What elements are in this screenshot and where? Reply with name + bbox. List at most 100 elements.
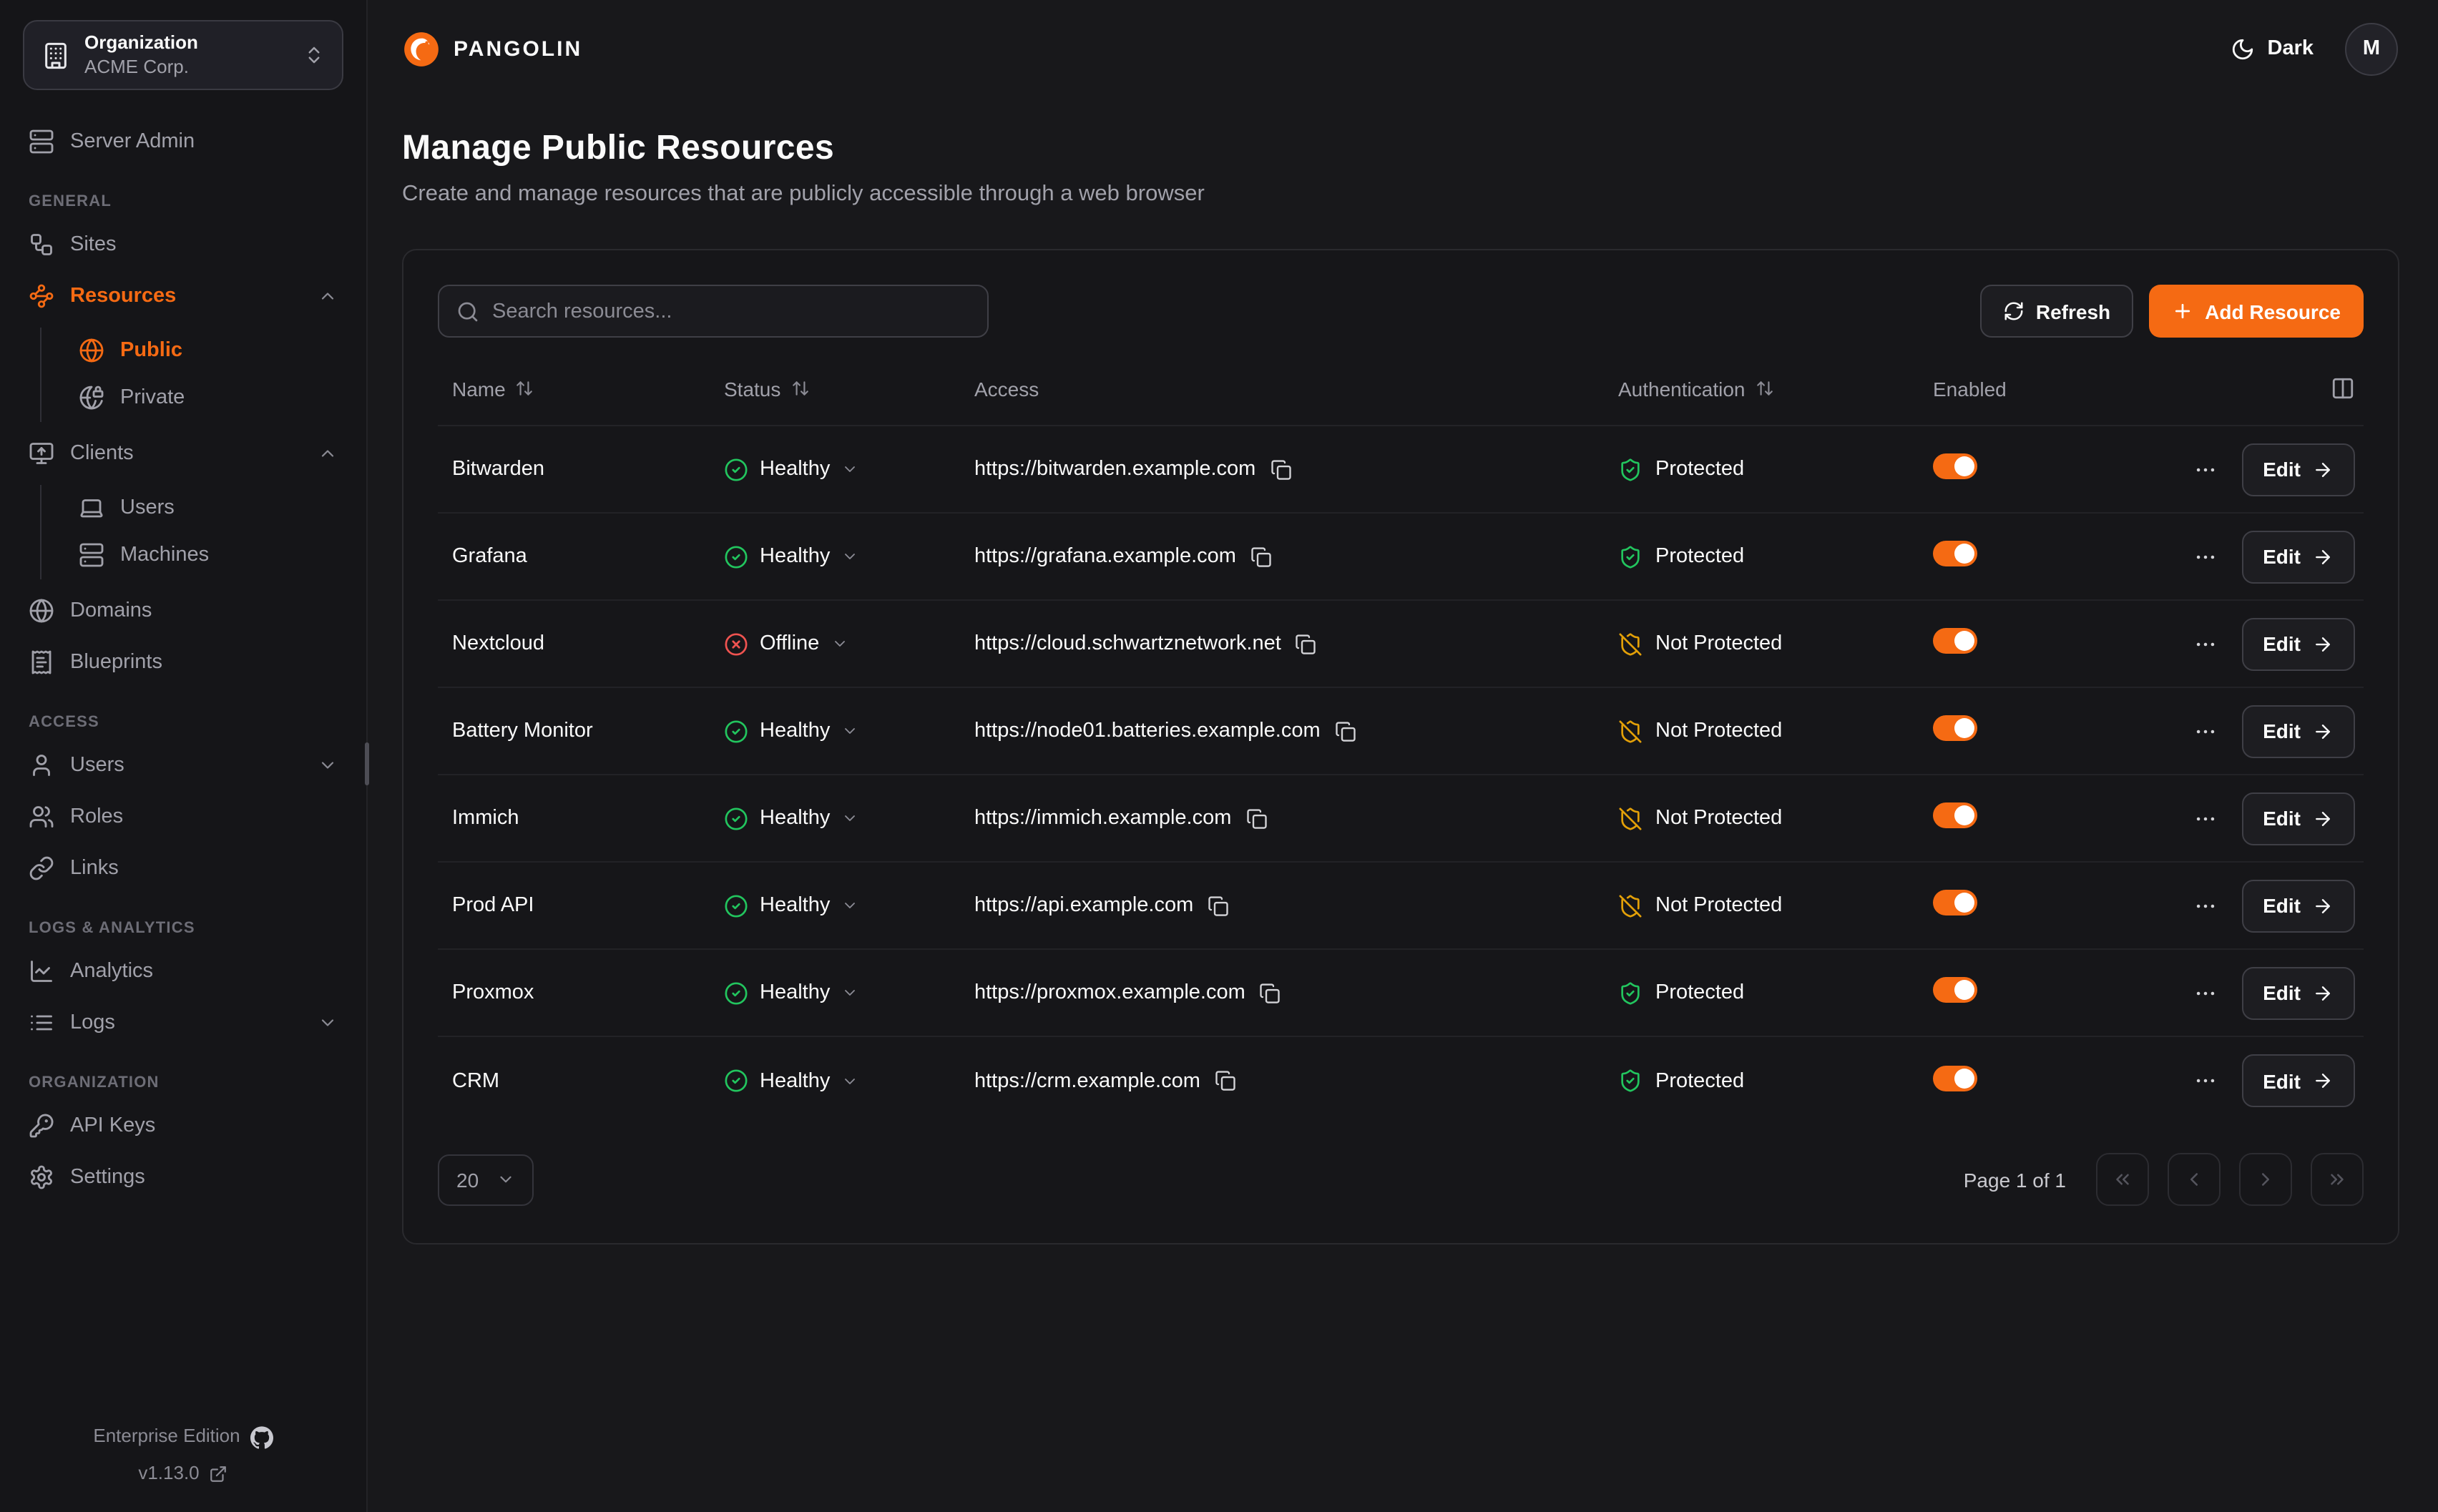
- enabled-toggle[interactable]: [1933, 1065, 1977, 1091]
- theme-toggle-button[interactable]: Dark: [2231, 36, 2314, 61]
- enabled-toggle[interactable]: [1933, 541, 1977, 566]
- edit-button[interactable]: Edit: [2241, 1054, 2355, 1107]
- sidebar-item-blueprints[interactable]: Blueprints: [23, 639, 343, 685]
- sidebar-subitem-users[interactable]: Users: [73, 485, 343, 529]
- page-size-select[interactable]: 20: [438, 1154, 533, 1205]
- copy-url-button[interactable]: [1335, 720, 1356, 742]
- copy-url-button[interactable]: [1296, 633, 1317, 654]
- sidebar-item-logs[interactable]: Logs: [23, 1000, 343, 1046]
- shield-off-icon: [1618, 806, 1643, 830]
- page-subtitle: Create and manage resources that are pub…: [402, 182, 2398, 207]
- edit-button[interactable]: Edit: [2241, 705, 2355, 757]
- table-body: Bitwarden Healthy https://bitwarden.exam…: [438, 426, 2364, 1124]
- enabled-toggle[interactable]: [1933, 890, 1977, 915]
- last-page-button[interactable]: [2311, 1153, 2364, 1206]
- shield-off-icon: [1618, 719, 1643, 743]
- status-dropdown[interactable]: Healthy: [724, 893, 974, 918]
- sidebar-subitem-public[interactable]: Public: [73, 328, 343, 372]
- circle-check-icon: [724, 1069, 748, 1093]
- row-menu-button[interactable]: [2193, 457, 2217, 481]
- copy-url-button[interactable]: [1245, 807, 1267, 829]
- row-menu-button[interactable]: [2193, 632, 2217, 656]
- add-resource-button[interactable]: Add Resource: [2149, 285, 2364, 338]
- edit-button[interactable]: Edit: [2241, 879, 2355, 932]
- sidebar-item-api-keys[interactable]: API Keys: [23, 1103, 343, 1149]
- resource-url: https://crm.example.com: [974, 1069, 1200, 1092]
- row-menu-button[interactable]: [2193, 1069, 2217, 1093]
- status-dropdown[interactable]: Healthy: [724, 981, 974, 1005]
- next-page-button[interactable]: [2239, 1153, 2292, 1206]
- enabled-toggle[interactable]: [1933, 453, 1977, 479]
- organization-selector[interactable]: Organization ACME Corp.: [23, 20, 343, 90]
- status-dropdown[interactable]: Healthy: [724, 1069, 974, 1093]
- sidebar-item-domains[interactable]: Domains: [23, 588, 343, 634]
- arrow-right-icon: [2312, 895, 2334, 916]
- search-input[interactable]: [492, 300, 970, 323]
- enabled-toggle[interactable]: [1933, 802, 1977, 828]
- row-menu-button[interactable]: [2193, 806, 2217, 830]
- chevrons-left-icon: [2112, 1169, 2133, 1190]
- row-menu-button[interactable]: [2193, 981, 2217, 1005]
- sort-icon: [516, 379, 534, 398]
- column-header-name[interactable]: Name: [452, 377, 724, 400]
- copy-url-button[interactable]: [1208, 895, 1229, 916]
- enabled-toggle[interactable]: [1933, 628, 1977, 654]
- status-dropdown[interactable]: Healthy: [724, 457, 974, 481]
- pangolin-logo-icon: [402, 29, 441, 68]
- copy-url-button[interactable]: [1250, 546, 1272, 567]
- enabled-toggle[interactable]: [1933, 977, 1977, 1003]
- row-menu-button[interactable]: [2193, 719, 2217, 743]
- status-dropdown[interactable]: Offline: [724, 632, 974, 656]
- chevron-up-icon: [318, 286, 338, 306]
- sidebar-item-links[interactable]: Links: [23, 845, 343, 891]
- sidebar-item-clients[interactable]: Clients: [23, 431, 343, 476]
- edit-button[interactable]: Edit: [2241, 966, 2355, 1019]
- refresh-button[interactable]: Refresh: [1980, 285, 2133, 338]
- enabled-toggle[interactable]: [1933, 715, 1977, 741]
- table-row: Nextcloud Offline https://cloud.schwartz…: [438, 601, 2364, 688]
- copy-url-button[interactable]: [1260, 982, 1281, 1003]
- sidebar-item-analytics[interactable]: Analytics: [23, 948, 343, 994]
- chevrons-right-icon: [2326, 1169, 2348, 1190]
- version-link[interactable]: v1.13.0: [23, 1462, 343, 1486]
- copy-url-button[interactable]: [1215, 1070, 1236, 1091]
- sidebar-item-sites[interactable]: Sites: [23, 222, 343, 267]
- circle-check-icon: [724, 893, 748, 918]
- sidebar-subitem-machines[interactable]: Machines: [73, 532, 343, 576]
- column-header-status[interactable]: Status: [724, 377, 974, 400]
- sidebar-item-users[interactable]: Users: [23, 742, 343, 788]
- circle-check-icon: [724, 719, 748, 743]
- edit-button[interactable]: Edit: [2241, 443, 2355, 496]
- avatar[interactable]: M: [2345, 22, 2398, 75]
- column-visibility-icon[interactable]: [2331, 376, 2355, 401]
- column-header-authentication[interactable]: Authentication: [1618, 377, 1933, 400]
- status-dropdown[interactable]: Healthy: [724, 719, 974, 743]
- edit-button[interactable]: Edit: [2241, 530, 2355, 583]
- arrow-right-icon: [2312, 458, 2334, 480]
- prev-page-button[interactable]: [2168, 1153, 2221, 1206]
- row-menu-button[interactable]: [2193, 893, 2217, 918]
- edit-button[interactable]: Edit: [2241, 617, 2355, 670]
- edit-button[interactable]: Edit: [2241, 792, 2355, 845]
- copy-url-button[interactable]: [1270, 458, 1291, 480]
- sidebar-item-settings[interactable]: Settings: [23, 1154, 343, 1200]
- sidebar-item-server-admin[interactable]: Server Admin: [23, 119, 343, 165]
- sidebar-scrollbar-thumb[interactable]: [365, 742, 369, 785]
- brand-logo[interactable]: PANGOLIN: [402, 29, 582, 68]
- status-dropdown[interactable]: Healthy: [724, 806, 974, 830]
- status-label: Healthy: [760, 894, 830, 917]
- row-menu-button[interactable]: [2193, 544, 2217, 569]
- circle-x-icon: [724, 632, 748, 656]
- sidebar-subitem-private[interactable]: Private: [73, 375, 343, 419]
- sidebar-item-roles[interactable]: Roles: [23, 794, 343, 840]
- chevron-down-icon: [841, 548, 858, 565]
- sidebar-item-resources[interactable]: Resources: [23, 273, 343, 319]
- status-dropdown[interactable]: Healthy: [724, 544, 974, 569]
- copy-icon: [1245, 807, 1267, 829]
- edition-link[interactable]: Enterprise Edition: [23, 1425, 343, 1449]
- organization-label: Organization: [84, 32, 289, 56]
- arrow-right-icon: [2312, 720, 2334, 742]
- first-page-button[interactable]: [2096, 1153, 2149, 1206]
- arrow-right-icon: [2312, 546, 2334, 567]
- monitor-up-icon: [29, 441, 54, 466]
